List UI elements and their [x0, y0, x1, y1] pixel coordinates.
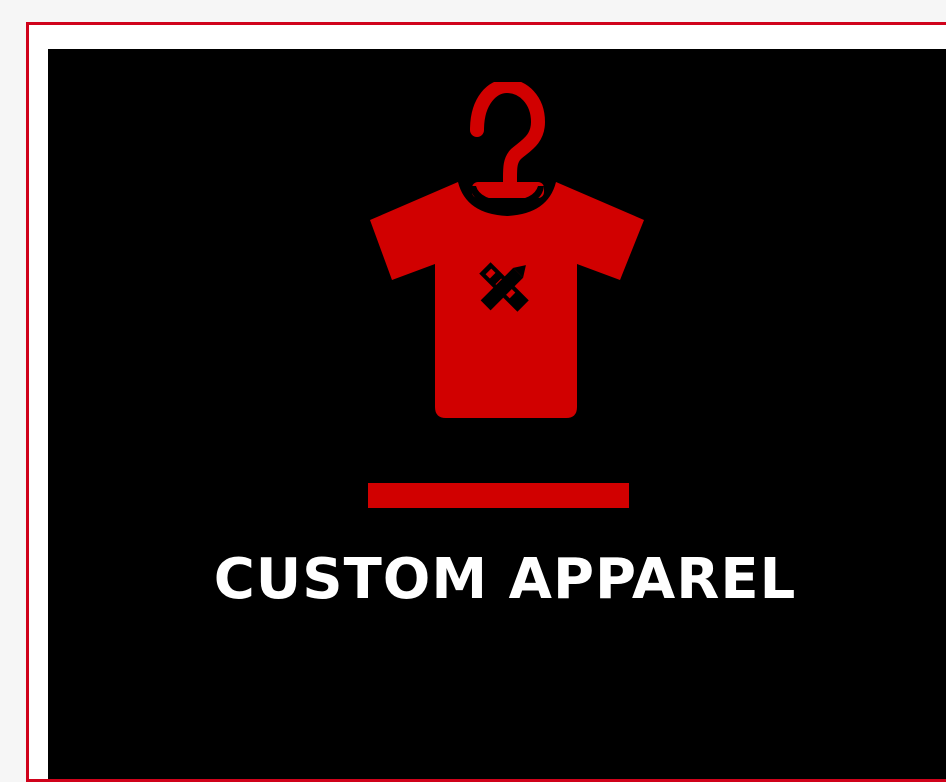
tshirt-hanger-icon — [360, 82, 650, 427]
accent-divider — [368, 483, 629, 508]
tile-title[interactable]: CUSTOM APPAREL — [150, 540, 860, 620]
